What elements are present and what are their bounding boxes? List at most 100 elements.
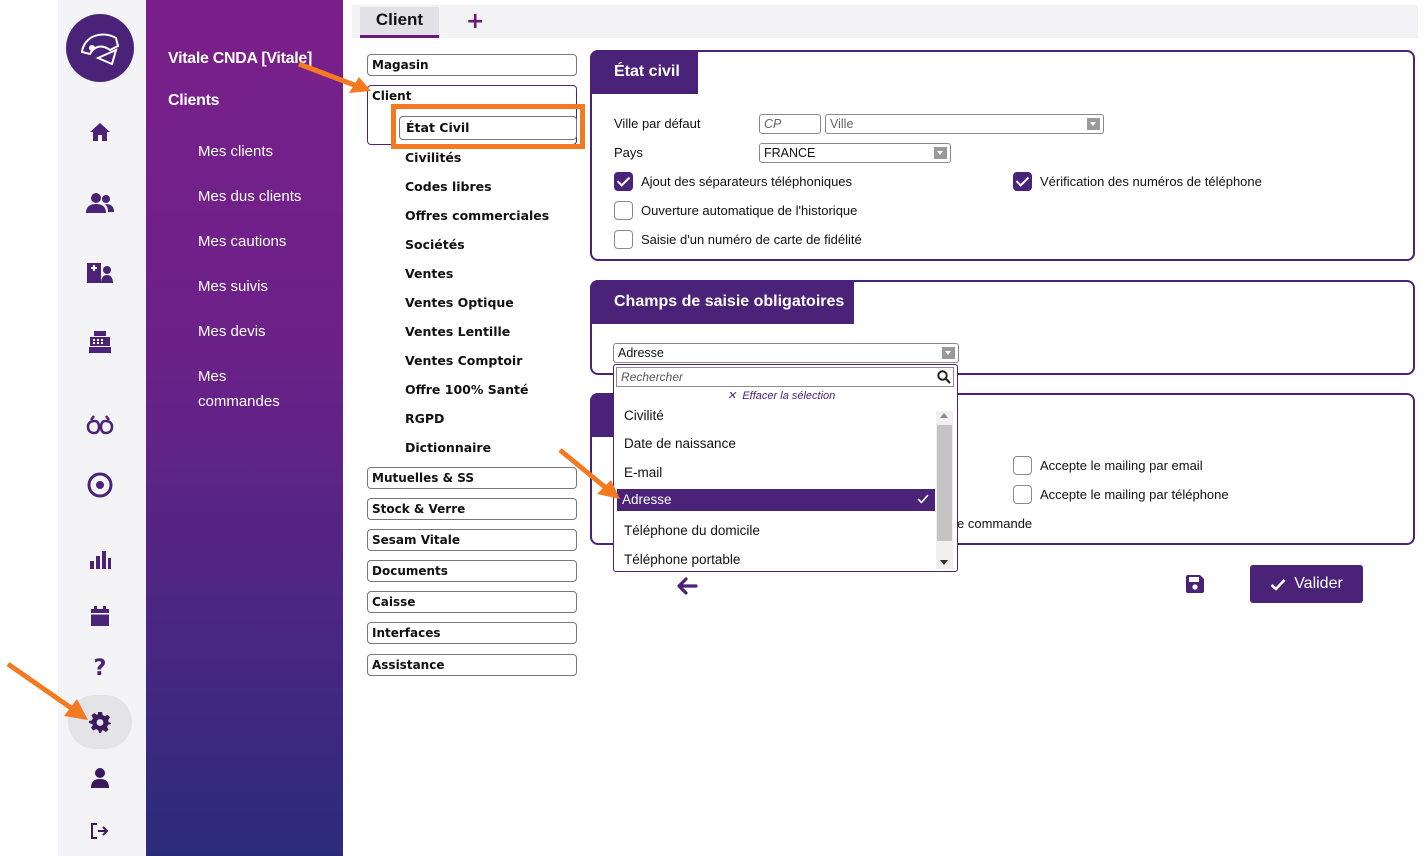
tree-subitem-ventes[interactable]: Ventes	[405, 266, 453, 281]
chart-icon[interactable]	[68, 540, 132, 580]
dropdown-search-input[interactable]: Rechercher	[616, 367, 954, 387]
users-icon[interactable]	[68, 183, 132, 223]
add-tab-button[interactable]: +	[466, 9, 484, 34]
chevron-down-icon	[1087, 118, 1100, 130]
contact-card-icon[interactable]	[68, 253, 132, 293]
dropdown-option-adresse-label: Adresse	[622, 492, 672, 507]
checkbox-historique-label: Ouverture automatique de l'historique	[641, 203, 858, 218]
champs-dropdown-panel: Rechercher ✕ Effacer la sélection Civili…	[613, 364, 958, 572]
tree-subitem-rgpd[interactable]: RGPD	[405, 411, 444, 426]
checkbox-verification-telephone-label: Vérification des numéros de téléphone	[1040, 174, 1262, 189]
tree-item-mutuelles-ss[interactable]: Mutuelles & SS	[367, 467, 577, 489]
valider-button[interactable]: Valider	[1250, 565, 1363, 603]
tree-item-client-label: Client	[372, 89, 412, 103]
etat-civil-card	[590, 50, 1415, 261]
clear-selection-link[interactable]: ✕ Effacer la sélection	[727, 389, 835, 402]
partial-label: e commande	[957, 516, 1033, 531]
pays-value: FRANCE	[764, 146, 816, 160]
pays-select[interactable]: FRANCE	[759, 143, 951, 163]
scrollbar-thumb[interactable]	[937, 425, 952, 541]
search-icon	[937, 370, 951, 384]
back-arrow-icon[interactable]	[676, 577, 698, 595]
eye-icon[interactable]	[68, 465, 132, 505]
dropdown-option-adresse[interactable]: Adresse	[617, 489, 935, 511]
icon-rail: ?	[58, 0, 146, 856]
cash-register-icon[interactable]	[68, 322, 132, 362]
checkbox-separateurs-label: Ajout des séparateurs téléphoniques	[641, 174, 853, 189]
tree-subitem-offre-100-sante[interactable]: Offre 100% Santé	[405, 382, 529, 397]
cp-input[interactable]: CP	[759, 114, 821, 134]
section-title: Clients	[168, 92, 220, 109]
champs-select[interactable]: Adresse	[613, 343, 959, 363]
checkbox-mailing-telephone-label: Accepte le mailing par téléphone	[1040, 487, 1229, 502]
tab-client[interactable]: Client	[360, 7, 439, 38]
tree-subitem-ventes-optique[interactable]: Ventes Optique	[405, 295, 514, 310]
tree-subitem-civilites[interactable]: Civilités	[405, 150, 461, 165]
glasses-icon[interactable]	[68, 405, 132, 445]
sidebar-item-mes-devis[interactable]: Mes devis	[198, 319, 328, 344]
checkbox-historique[interactable]	[614, 201, 633, 220]
tree-subitem-offres-commerciales[interactable]: Offres commerciales	[405, 208, 549, 223]
tree-item-magasin[interactable]: Magasin	[367, 54, 577, 76]
sidebar-item-mes-commandes[interactable]: Mes commandes	[198, 364, 288, 414]
tree-subitem-ventes-lentille[interactable]: Ventes Lentille	[405, 324, 510, 339]
calendar-icon[interactable]	[68, 596, 132, 636]
ville-label: Ville par défaut	[614, 116, 701, 131]
tree-item-interfaces[interactable]: Interfaces	[367, 622, 577, 644]
dropdown-option-civilite[interactable]: Civilité	[615, 403, 935, 428]
home-icon[interactable]	[68, 112, 132, 152]
tree-subitem-codes-libres[interactable]: Codes libres	[405, 179, 492, 194]
dropdown-option-telephone-portable[interactable]: Téléphone portable	[615, 547, 935, 572]
checkbox-verification-telephone[interactable]	[1013, 172, 1032, 191]
sidebar-item-mes-cautions[interactable]: Mes cautions	[198, 229, 328, 254]
logo-icon[interactable]	[66, 14, 134, 82]
logout-icon[interactable]	[68, 811, 132, 851]
dropdown-scrollbar[interactable]	[936, 411, 953, 569]
checkbox-separateurs[interactable]	[614, 172, 633, 191]
checkbox-mailing-telephone[interactable]	[1013, 485, 1032, 504]
side-menu: Vitale CNDA [Vitale] Clients Mes clients…	[146, 0, 343, 856]
tree-subitem-societes[interactable]: Sociétés	[405, 237, 465, 252]
checkbox-mailing-email[interactable]	[1013, 456, 1032, 475]
save-icon[interactable]	[1185, 574, 1205, 594]
check-icon	[917, 494, 929, 504]
scroll-down-icon[interactable]	[940, 560, 948, 565]
ville-select[interactable]: Ville	[825, 114, 1104, 134]
etat-civil-title: État civil	[590, 50, 698, 94]
sidebar-item-mes-clients[interactable]: Mes clients	[198, 139, 328, 164]
pays-label: Pays	[614, 145, 643, 160]
tab-bar: Client +	[352, 5, 1418, 38]
tree-item-documents[interactable]: Documents	[367, 560, 577, 582]
annotation-arrow	[558, 448, 620, 499]
help-glyph: ?	[93, 655, 107, 681]
clear-selection-label: Effacer la sélection	[742, 390, 836, 402]
ville-placeholder: Ville	[830, 117, 854, 131]
sidebar-item-mes-suivis[interactable]: Mes suivis	[198, 274, 328, 299]
annotation-arrow	[298, 61, 371, 93]
annotation-arrow	[6, 661, 88, 720]
close-icon: ✕	[727, 390, 737, 402]
tree-item-stock-verre[interactable]: Stock & Verre	[367, 498, 577, 520]
chevron-down-icon	[942, 347, 955, 359]
app-title: Vitale CNDA [Vitale]	[168, 50, 312, 67]
checkbox-mailing-email-label: Accepte le mailing par email	[1040, 458, 1203, 473]
tree-item-sesam-vitale[interactable]: Sesam Vitale	[367, 529, 577, 551]
user-icon[interactable]	[68, 758, 132, 798]
tree-item-caisse[interactable]: Caisse	[367, 591, 577, 613]
dropdown-option-telephone-domicile[interactable]: Téléphone du domicile	[615, 518, 935, 543]
check-icon	[1270, 578, 1286, 591]
tree-subitem-etat-civil[interactable]: État Civil	[399, 116, 577, 140]
tree-item-assistance[interactable]: Assistance	[367, 654, 577, 676]
dropdown-option-date-naissance[interactable]: Date de naissance	[615, 431, 935, 456]
chevron-down-icon	[934, 147, 947, 159]
champs-obligatoires-title: Champs de saisie obligatoires	[590, 280, 854, 324]
champs-select-value: Adresse	[618, 346, 664, 360]
scroll-up-icon[interactable]	[940, 413, 948, 418]
dropdown-option-email[interactable]: E-mail	[615, 460, 935, 485]
sidebar-item-mes-dus-clients[interactable]: Mes dus clients	[198, 184, 328, 209]
tree-subitem-ventes-comptoir[interactable]: Ventes Comptoir	[405, 353, 522, 368]
checkbox-carte-fidelite[interactable]	[614, 230, 633, 249]
tree-subitem-dictionnaire[interactable]: Dictionnaire	[405, 440, 491, 455]
checkbox-carte-fidelite-label: Saisie d'un numéro de carte de fidélité	[641, 232, 862, 247]
valider-label: Valider	[1294, 575, 1343, 592]
